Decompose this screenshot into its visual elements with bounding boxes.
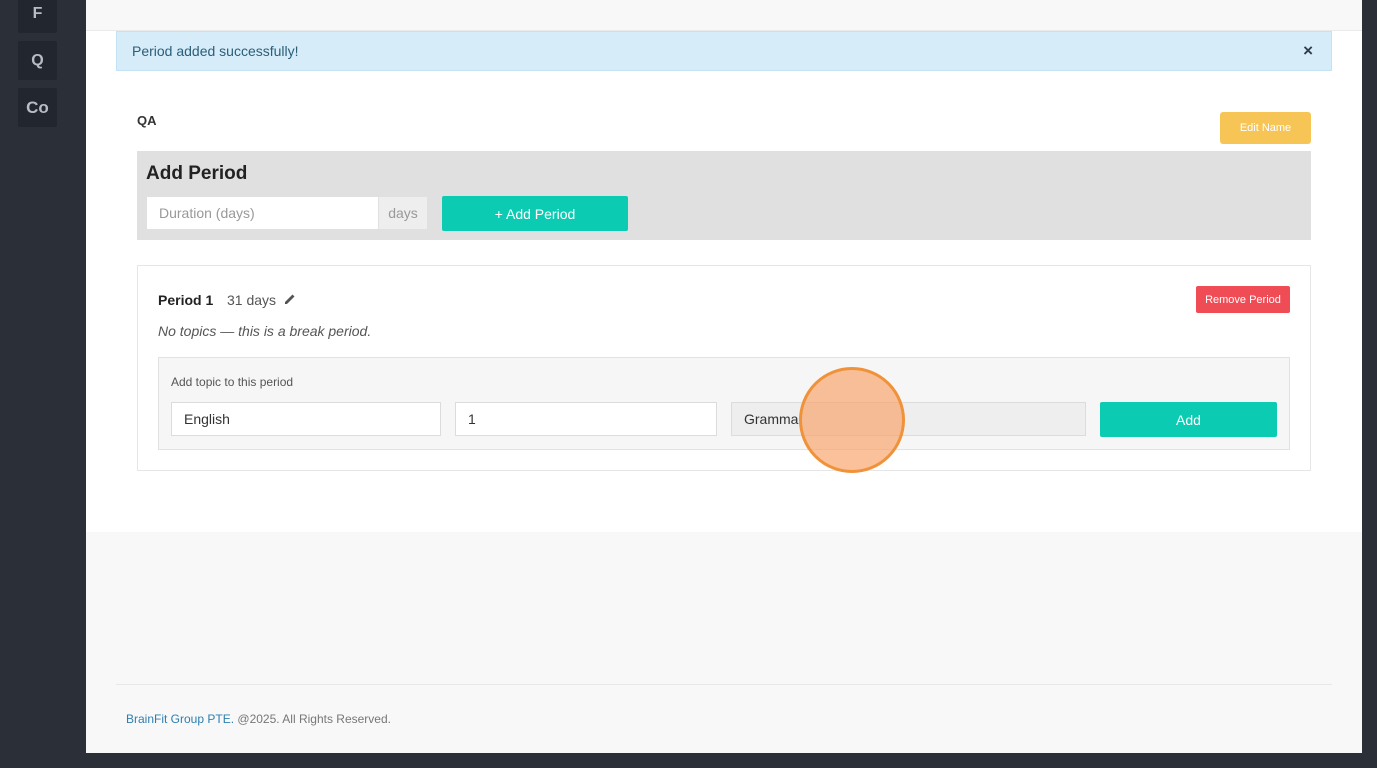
sidebar: F Q Co [0,0,86,768]
content-card: Period added successfully! × QA Edit Nam… [86,31,1362,532]
add-topic-panel: Add topic to this period English 1 Gramm… [158,357,1290,450]
remove-period-button[interactable]: Remove Period [1196,286,1290,313]
top-bar [86,0,1362,31]
add-period-button[interactable]: + Add Period [442,196,628,231]
right-edge [1362,0,1377,768]
subject-select[interactable]: English [171,402,441,436]
empty-topics-message: No topics — this is a break period. [158,323,372,339]
sidebar-item-f[interactable]: F [18,0,57,33]
add-topic-button[interactable]: Add [1100,402,1277,437]
main-panel: Period added successfully! × QA Edit Nam… [86,0,1362,753]
footer-copyright: @2025. All Rights Reserved. [237,712,391,726]
add-period-panel: Add Period Duration (days) days + Add Pe… [137,151,1311,240]
alert-message: Period added successfully! [132,43,299,59]
footer-brand-link[interactable]: BrainFit Group PTE. [126,712,234,726]
edit-name-button[interactable]: Edit Name [1220,112,1311,144]
level-input[interactable]: 1 [455,402,717,436]
period-card: Period 1 31 days Remove Period No topics… [137,265,1311,471]
add-topic-label: Add topic to this period [171,375,294,389]
bottom-edge [0,753,1377,768]
sidebar-item-q[interactable]: Q [18,41,57,80]
duration-input[interactable]: Duration (days) [146,196,379,230]
period-duration: 31 days [227,292,277,308]
sidebar-item-co[interactable]: Co [18,88,57,127]
period-name: Period 1 [158,292,214,308]
footer-divider [116,684,1332,685]
footer: BrainFit Group PTE. @2025. All Rights Re… [126,712,391,726]
add-period-title: Add Period [146,163,248,184]
topic-select[interactable]: Gramma [731,402,1086,436]
program-name: QA [137,113,157,128]
pencil-icon[interactable] [284,293,296,305]
days-addon: days [379,196,428,230]
close-icon[interactable]: × [1303,41,1313,61]
success-alert: Period added successfully! × [116,31,1332,71]
